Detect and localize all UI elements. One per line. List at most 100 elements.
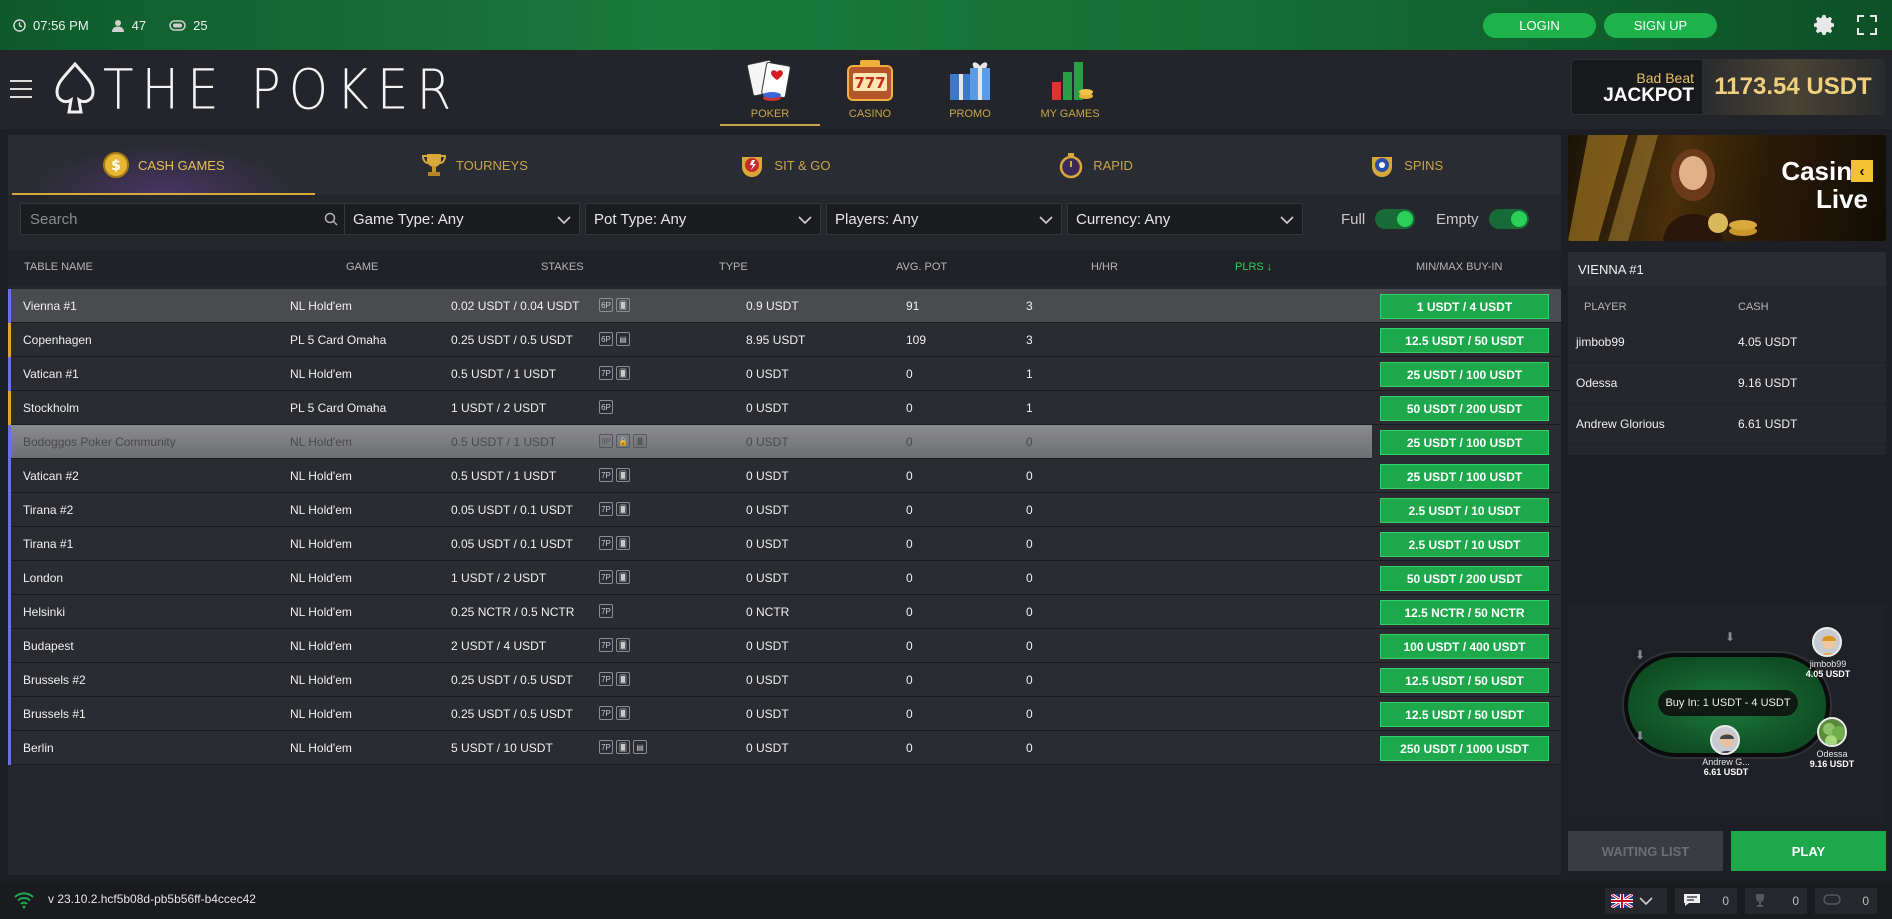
full-toggle[interactable] (1375, 209, 1416, 229)
col-players[interactable]: PLRS ↓ (1235, 261, 1272, 273)
table-row[interactable]: Vienna #1 NL Hold'em 0.02 USDT / 0.04 USDT… (8, 289, 1561, 323)
spade-icon (55, 62, 95, 114)
login-button[interactable]: LOGIN (1483, 13, 1596, 38)
empty-seat-icon[interactable]: ⬇ (1722, 629, 1738, 645)
row-stakes: 5 USDT / 10 USDT (451, 741, 553, 755)
fullscreen-icon[interactable] (1854, 12, 1880, 38)
row-stakes: 0.25 USDT / 0.5 USDT (451, 707, 573, 721)
avatar[interactable] (1710, 725, 1740, 755)
table-row[interactable]: Bodoggos Poker Community NL Hold'em 0.5 US… (8, 425, 1561, 459)
game-type-stripe (8, 595, 11, 629)
tourney-counter[interactable]: 0 (1745, 888, 1807, 914)
row-avg-pot: 0 USDT (746, 401, 789, 415)
game-type-dropdown[interactable]: Game Type: Any (344, 203, 580, 235)
chevron-down-icon (1639, 892, 1653, 910)
table-preview: Buy In: 1 USDT - 4 USDT ⬇ ⬇ ⬇ jimbob99 4… (1568, 603, 1886, 823)
avatar[interactable] (1817, 717, 1847, 747)
buyin-button[interactable]: 12.5 NCTR / 50 NCTR (1380, 600, 1549, 625)
table-row[interactable]: Copenhagen PL 5 Card Omaha 0.25 USDT / 0.5… (8, 323, 1561, 357)
tab-spins[interactable]: SPINS (1250, 135, 1561, 195)
table-row[interactable]: Stockholm PL 5 Card Omaha 1 USDT / 2 USDT 0… (8, 391, 1561, 425)
search-icon[interactable] (316, 204, 346, 234)
nav-poker[interactable]: POKER (720, 52, 820, 126)
version-text: v 23.10.2.hcf5b08d-pb5b56ff-b4ccec42 (48, 892, 256, 906)
row-hands-per-hour: 0 (906, 435, 913, 449)
table-row[interactable]: Helsinki NL Hold'em 0.25 NCTR / 0.5 NCTR 0 … (8, 595, 1561, 629)
settings-gear-icon[interactable] (1812, 12, 1838, 38)
type-badge: 6P (599, 400, 613, 414)
waiting-list-button[interactable]: WAITING LIST (1568, 831, 1723, 871)
hamburger-menu-icon[interactable] (10, 80, 32, 98)
tab-spins-label: SPINS (1404, 157, 1444, 173)
tab-cash-games[interactable]: $ CASH GAMES (8, 135, 319, 195)
buyin-button[interactable]: 1 USDT / 4 USDT (1380, 294, 1549, 319)
col-buyin[interactable]: MIN/MAX BUY-IN (1416, 261, 1502, 273)
table-row[interactable]: Budapest NL Hold'em 2 USDT / 4 USDT 0 USDT 0… (8, 629, 1561, 663)
cash-table-counter[interactable]: 0 (1815, 888, 1877, 914)
signup-button[interactable]: SIGN UP (1604, 13, 1717, 38)
tab-sit-and-go[interactable]: SIT & GO (629, 135, 940, 195)
footer-bar: v 23.10.2.hcf5b08d-pb5b56ff-b4ccec42 0 0 (0, 881, 1892, 919)
empty-seat-icon[interactable]: ⬇ (1632, 728, 1648, 744)
full-label: Full (1341, 210, 1366, 228)
seat-cash: 4.05 USDT (1805, 669, 1851, 679)
avatar[interactable] (1812, 627, 1842, 657)
nav-promo[interactable]: PROMO (920, 52, 1020, 126)
bad-beat-jackpot[interactable]: Bad Beat JACKPOT 1173.54 USDT (1571, 59, 1885, 115)
player-cash: 6.61 USDT (1738, 417, 1798, 431)
filter-bar: Game Type: Any Pot Type: Any Players: An… (8, 197, 1561, 241)
play-button[interactable]: PLAY (1731, 831, 1886, 871)
col-avg-pot[interactable]: AVG. POT (896, 261, 947, 273)
table-row[interactable]: Tirana #2 NL Hold'em 0.05 USDT / 0.1 USDT 0… (8, 493, 1561, 527)
buyin-button[interactable]: 12.5 USDT / 50 USDT (1380, 668, 1549, 693)
casino-live-banner[interactable]: Casino Live ‹ (1568, 135, 1886, 241)
buyin-button[interactable]: 2.5 USDT / 10 USDT (1380, 532, 1549, 557)
buyin-button[interactable]: 12.5 USDT / 50 USDT (1380, 328, 1549, 353)
buyin-button[interactable]: 50 USDT / 200 USDT (1380, 396, 1549, 421)
player-row: jimbob99 4.05 USDT (1568, 322, 1886, 363)
game-type-stripe (8, 561, 11, 595)
col-game[interactable]: GAME (346, 261, 378, 273)
buyin-button[interactable]: 50 USDT / 200 USDT (1380, 566, 1549, 591)
row-hands-per-hour: 0 (906, 605, 913, 619)
chevron-left-icon[interactable]: ‹ (1851, 160, 1873, 182)
empty-toggle[interactable] (1488, 209, 1529, 229)
buyin-button[interactable]: 25 USDT / 100 USDT (1380, 464, 1549, 489)
search-input[interactable] (21, 204, 316, 234)
buyin-button[interactable]: 250 USDT / 1000 USDT (1380, 736, 1549, 761)
tab-tourneys[interactable]: TOURNEYS (319, 135, 630, 195)
chat-counter[interactable]: 0 (1675, 888, 1737, 914)
table-row[interactable]: Berlin NL Hold'em 5 USDT / 10 USDT 0 USDT 0 0… (8, 731, 1561, 765)
table-row[interactable]: Vatican #2 NL Hold'em 0.5 USDT / 1 USDT 0 U… (8, 459, 1561, 493)
row-type-badges: 7P 🂠 (599, 638, 630, 652)
buyin-button[interactable]: 12.5 USDT / 50 USDT (1380, 702, 1549, 727)
preview-buyin: Buy In: 1 USDT - 4 USDT (1658, 690, 1798, 716)
pot-type-dropdown[interactable]: Pot Type: Any (585, 203, 821, 235)
empty-seat-icon[interactable]: ⬇ (1632, 647, 1648, 663)
buyin-button[interactable]: 100 USDT / 400 USDT (1380, 634, 1549, 659)
col-stakes[interactable]: STAKES (541, 261, 584, 273)
nav-my-games[interactable]: MY GAMES (1020, 52, 1120, 126)
col-hands-per-hour[interactable]: H/HR (1091, 261, 1118, 273)
chat-count: 0 (1722, 894, 1729, 908)
players-dropdown[interactable]: Players: Any (826, 203, 1062, 235)
col-type[interactable]: TYPE (719, 261, 748, 273)
language-selector[interactable] (1605, 888, 1667, 914)
tab-rapid[interactable]: RAPID (940, 135, 1251, 195)
brand-logo[interactable]: THE POKER (55, 58, 459, 122)
col-table-name[interactable]: TABLE NAME (24, 261, 93, 273)
nav-casino[interactable]: 777 CASINO (820, 52, 920, 126)
player-name: Andrew Glorious (1576, 417, 1665, 431)
buyin-button[interactable]: 2.5 USDT / 10 USDT (1380, 498, 1549, 523)
buyin-button[interactable]: 25 USDT / 100 USDT (1380, 362, 1549, 387)
currency-dropdown[interactable]: Currency: Any (1067, 203, 1303, 235)
type-badge: 🂠 (616, 366, 630, 380)
table-row[interactable]: Brussels #2 NL Hold'em 0.25 USDT / 0.5 USD… (8, 663, 1561, 697)
buyin-button[interactable]: 25 USDT / 100 USDT (1380, 430, 1549, 455)
table-row[interactable]: Tirana #1 NL Hold'em 0.05 USDT / 0.1 USDT 0… (8, 527, 1561, 561)
table-row[interactable]: Vatican #1 NL Hold'em 0.5 USDT / 1 USDT 0 U… (8, 357, 1561, 391)
row-table-name: London (23, 571, 64, 585)
table-row[interactable]: Brussels #1 NL Hold'em 0.25 USDT / 0.5 USD… (8, 697, 1561, 731)
row-stakes: 0.05 USDT / 0.1 USDT (451, 537, 573, 551)
table-row[interactable]: London NL Hold'em 1 USDT / 2 USDT 0 USDT 0 0 7… (8, 561, 1561, 595)
